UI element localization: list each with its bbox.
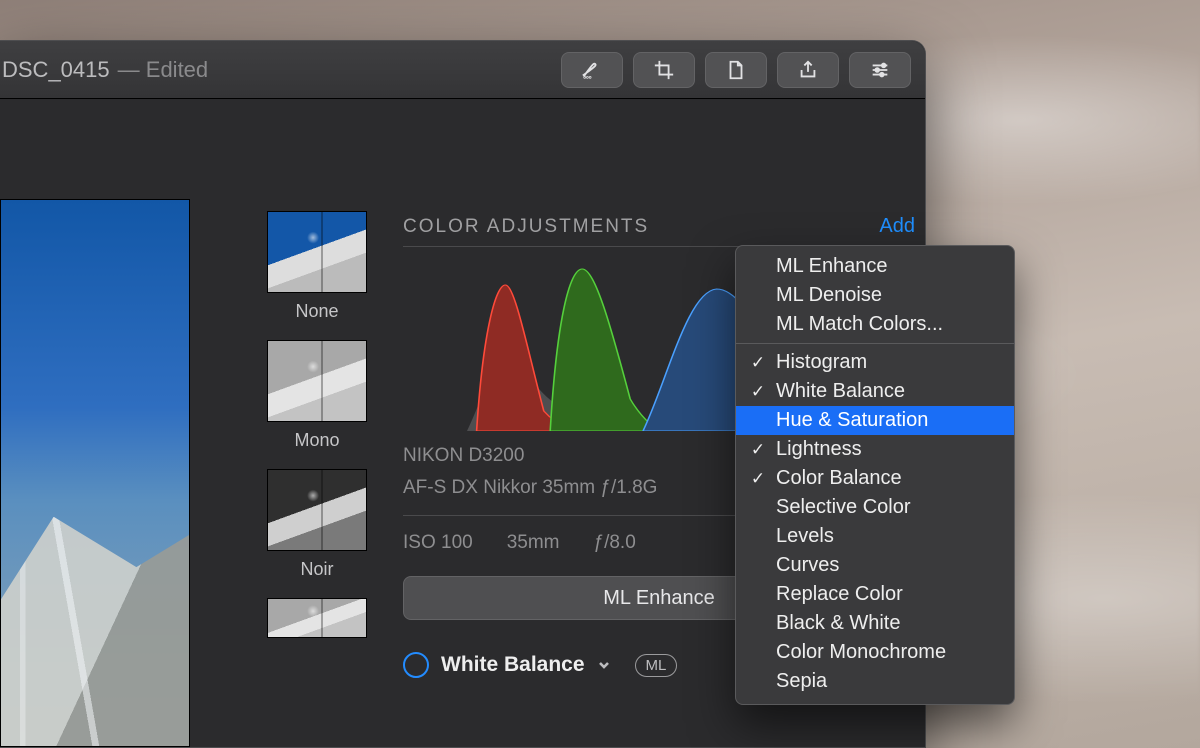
exif-aperture: ƒ/8.0 — [594, 532, 636, 554]
menu-item-label: Levels — [776, 525, 834, 548]
menu-item-label: Sepia — [776, 670, 827, 693]
markup-icon — [581, 59, 603, 81]
filters-column: None Mono Noir — [253, 99, 381, 747]
menu-item-hue-saturation[interactable]: ✓Hue & Saturation — [736, 406, 1014, 435]
filter-label: Noir — [267, 559, 367, 580]
toolbar — [561, 52, 911, 88]
titlebar: DSC_0415 — Edited — [0, 41, 925, 99]
menu-item-curves[interactable]: ✓Curves — [736, 551, 1014, 580]
menu-item-label: Selective Color — [776, 496, 911, 519]
menu-item-label: Replace Color — [776, 583, 903, 606]
toggle-circle-icon[interactable] — [403, 652, 429, 678]
edited-status: — Edited — [118, 57, 209, 83]
filename: DSC_0415 — [2, 57, 110, 83]
page-icon — [725, 59, 747, 81]
menu-item-sepia[interactable]: ✓Sepia — [736, 667, 1014, 696]
filter-item-noir[interactable]: Noir — [267, 469, 367, 580]
menu-item-label: Black & White — [776, 612, 900, 635]
menu-item-selective-color[interactable]: ✓Selective Color — [736, 493, 1014, 522]
section-title: COLOR ADJUSTMENTS — [403, 216, 649, 238]
filter-item-mono[interactable]: Mono — [267, 340, 367, 451]
crop-button[interactable] — [633, 52, 695, 88]
crop-icon — [653, 59, 675, 81]
ml-pill[interactable]: ML — [635, 654, 678, 677]
filter-thumb — [267, 469, 367, 551]
menu-item-replace-color[interactable]: ✓Replace Color — [736, 580, 1014, 609]
menu-separator — [736, 343, 1014, 344]
menu-item-label: Color Monochrome — [776, 641, 946, 664]
check-icon: ✓ — [748, 353, 768, 373]
menu-item-color-monochrome[interactable]: ✓Color Monochrome — [736, 638, 1014, 667]
menu-item-lightness[interactable]: ✓ Lightness — [736, 435, 1014, 464]
menu-item-white-balance[interactable]: ✓ White Balance — [736, 377, 1014, 406]
markup-button[interactable] — [561, 52, 623, 88]
menu-item-ml-enhance[interactable]: ✓ML Enhance — [736, 252, 1014, 281]
exif-focal: 35mm — [507, 532, 560, 554]
filter-thumb — [267, 598, 367, 638]
photo-column — [0, 99, 253, 747]
check-icon: ✓ — [748, 382, 768, 402]
menu-item-color-balance[interactable]: ✓ Color Balance — [736, 464, 1014, 493]
add-adjustment-menu: ✓ML Enhance ✓ML Denoise ✓ML Match Colors… — [735, 245, 1015, 705]
share-button[interactable] — [777, 52, 839, 88]
main-photo[interactable] — [0, 199, 190, 747]
menu-item-label: Lightness — [776, 438, 862, 461]
menu-item-label: White Balance — [776, 380, 905, 403]
menu-item-levels[interactable]: ✓Levels — [736, 522, 1014, 551]
exif-iso: ISO 100 — [403, 532, 473, 554]
rotate-button[interactable] — [705, 52, 767, 88]
filter-thumb — [267, 340, 367, 422]
menu-item-ml-denoise[interactable]: ✓ML Denoise — [736, 281, 1014, 310]
check-icon: ✓ — [748, 440, 768, 460]
share-icon — [797, 59, 819, 81]
section-header: COLOR ADJUSTMENTS Add — [403, 215, 915, 238]
check-icon: ✓ — [748, 469, 768, 489]
add-button[interactable]: Add — [879, 215, 915, 238]
menu-item-ml-match-colors[interactable]: ✓ML Match Colors... — [736, 310, 1014, 339]
filter-label: None — [267, 301, 367, 322]
filter-item-next[interactable] — [267, 598, 367, 638]
adjust-button[interactable] — [849, 52, 911, 88]
menu-item-label: Color Balance — [776, 467, 902, 490]
menu-item-label: Curves — [776, 554, 839, 577]
chevron-down-icon — [597, 658, 611, 672]
title-text: DSC_0415 — Edited — [0, 57, 208, 83]
filter-label: Mono — [267, 430, 367, 451]
filter-thumb — [267, 211, 367, 293]
sliders-icon — [869, 59, 891, 81]
menu-item-label: Hue & Saturation — [776, 409, 928, 432]
white-balance-label: White Balance — [441, 653, 585, 677]
filter-item-none[interactable]: None — [267, 211, 367, 322]
ml-enhance-label: ML Enhance — [603, 587, 715, 610]
menu-item-label: Histogram — [776, 351, 867, 374]
menu-item-black-white[interactable]: ✓Black & White — [736, 609, 1014, 638]
menu-item-histogram[interactable]: ✓ Histogram — [736, 348, 1014, 377]
